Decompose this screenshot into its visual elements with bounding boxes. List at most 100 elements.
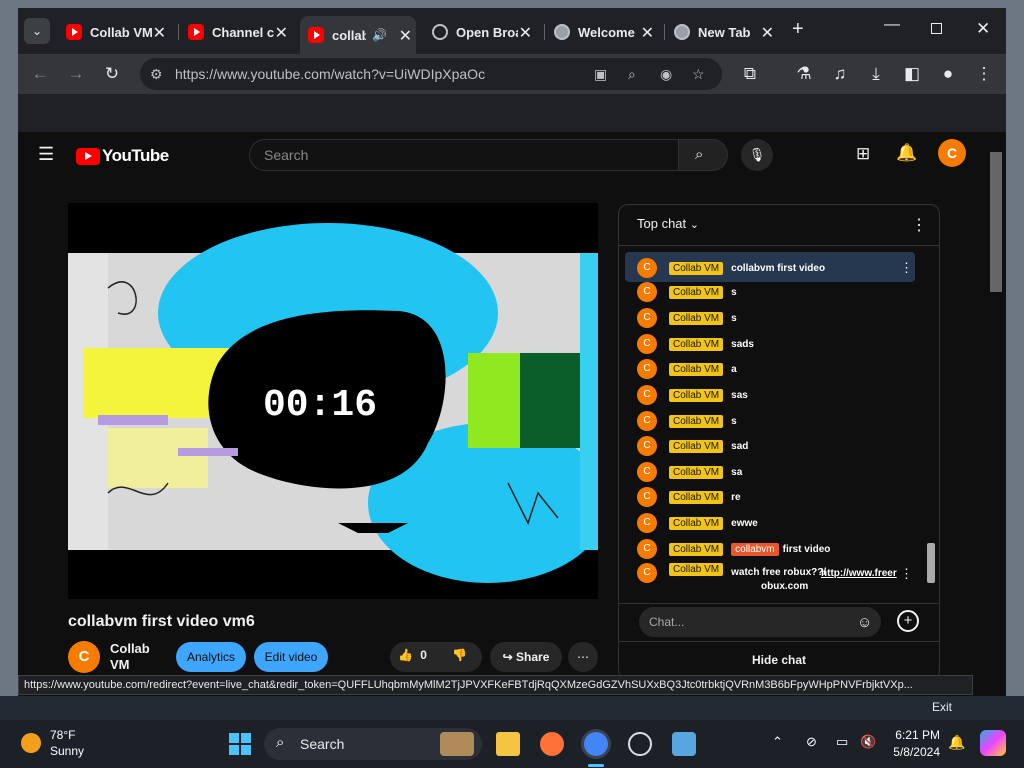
add-icon[interactable]: +: [897, 610, 919, 632]
display-icon[interactable]: ▭: [836, 734, 848, 750]
back-icon[interactable]: ←: [28, 62, 52, 86]
hamburger-menu-icon[interactable]: ☰: [38, 144, 54, 165]
youtube-logo[interactable]: YouTube: [76, 146, 169, 166]
chat-scroll-thumb[interactable]: [927, 543, 935, 583]
analytics-button[interactable]: Analytics: [176, 642, 246, 672]
vm-app-icon[interactable]: [672, 732, 696, 756]
tab-collabvm-first-video[interactable]: collabvm first video 🔊 ✕: [300, 16, 416, 54]
message-menu-icon[interactable]: ⋮: [900, 260, 913, 276]
chat-message[interactable]: C Collab VM s: [637, 281, 917, 303]
install-app-icon[interactable]: ▣: [594, 58, 607, 90]
labs-icon[interactable]: ⚗: [792, 62, 816, 86]
edit-video-button[interactable]: Edit video: [254, 642, 328, 672]
chat-message[interactable]: C Collab VM s: [637, 307, 917, 329]
create-icon[interactable]: ⊞: [856, 144, 870, 164]
minimize-button[interactable]: —: [884, 16, 900, 34]
reload-icon[interactable]: ↻: [100, 62, 124, 86]
close-tab-icon[interactable]: ✕: [399, 26, 412, 46]
chat-message-link[interactable]: http://www.freer obux.com: [761, 567, 907, 592]
video-player[interactable]: 00:16: [68, 203, 598, 599]
exit-label[interactable]: Exit: [932, 700, 952, 714]
tab-new-tab[interactable]: New Tab ✕: [674, 20, 774, 44]
chat-author-name[interactable]: Collab VM: [669, 563, 724, 576]
chat-author-name[interactable]: Collab VM: [669, 261, 724, 275]
start-button[interactable]: [228, 732, 252, 756]
more-actions-button[interactable]: ⋯: [568, 642, 598, 672]
chat-input[interactable]: Chat...: [639, 607, 881, 637]
volume-muted-icon[interactable]: 🔇: [860, 734, 876, 750]
chat-message[interactable]: C Collab VM re: [637, 486, 917, 508]
weather-widget[interactable]: 78°F Sunny: [18, 728, 108, 760]
address-bar[interactable]: ⚙ https://www.youtube.com/watch?v=UiWDIp…: [140, 58, 722, 90]
close-tab-icon[interactable]: ✕: [275, 23, 288, 43]
chat-author-name[interactable]: Collab VM: [669, 311, 724, 325]
bookmark-star-icon[interactable]: ☆: [692, 58, 705, 90]
message-menu-icon[interactable]: ⋮: [900, 566, 913, 582]
new-tab-button[interactable]: +: [792, 18, 804, 41]
close-tab-icon[interactable]: ✕: [761, 23, 774, 43]
channel-avatar[interactable]: C: [68, 641, 100, 673]
notification-bell-icon[interactable]: 🔔: [948, 734, 965, 751]
chat-mention-chip[interactable]: collabvm: [731, 542, 779, 556]
chat-menu-icon[interactable]: ⋮: [911, 215, 927, 235]
share-button[interactable]: ↪ Share: [490, 642, 562, 672]
zoom-icon[interactable]: ⌕: [628, 58, 636, 90]
file-explorer-icon[interactable]: [496, 732, 520, 756]
close-window-button[interactable]: ✕: [976, 19, 990, 39]
maximize-button[interactable]: [931, 23, 942, 34]
extensions-icon[interactable]: ⧉: [738, 62, 762, 86]
tracking-protection-icon[interactable]: ◉: [660, 58, 672, 90]
close-tab-icon[interactable]: ✕: [641, 23, 654, 43]
chat-message[interactable]: C Collab VM sas: [637, 384, 917, 406]
profile-icon[interactable]: ●: [936, 62, 960, 86]
tab-open-broadcaster[interactable]: Open Broadcaster ✕: [432, 20, 532, 44]
chat-author-name[interactable]: Collab VM: [669, 362, 724, 376]
account-avatar[interactable]: C: [938, 139, 966, 167]
chat-scrollbar[interactable]: [927, 249, 935, 593]
chat-message[interactable]: C Collab VM sa: [637, 461, 917, 483]
chat-author-name[interactable]: Collab VM: [669, 337, 724, 351]
chat-message[interactable]: C Collab VM collabvm first video ⋮: [637, 257, 917, 279]
network-icon[interactable]: ⊘: [806, 734, 817, 750]
tab-search-button[interactable]: ⌄: [24, 18, 50, 44]
speaker-icon[interactable]: 🔊: [372, 28, 387, 42]
chat-author-name[interactable]: Collab VM: [669, 516, 724, 530]
emoji-icon[interactable]: ☺: [857, 614, 872, 631]
tab-collab-vm[interactable]: Collab VM ✕: [66, 20, 166, 44]
site-settings-icon[interactable]: ⚙: [150, 58, 163, 90]
chat-message[interactable]: C Collab VM watch free robux??/ http://www…: [637, 563, 917, 599]
notifications-bell-icon[interactable]: 🔔: [896, 143, 917, 163]
chat-author-name[interactable]: Collab VM: [669, 542, 724, 556]
chat-author-name[interactable]: Collab VM: [669, 285, 724, 299]
hide-chat-button[interactable]: Hide chat: [619, 653, 939, 667]
firefox-icon[interactable]: [540, 732, 564, 756]
search-button[interactable]: ⌕: [678, 139, 728, 171]
side-panel-icon[interactable]: ◧: [900, 62, 924, 86]
chat-message[interactable]: C Collab VM sads: [637, 333, 917, 355]
page-scrollbar[interactable]: [990, 142, 1002, 700]
chat-mode-dropdown[interactable]: Top chat ⌄: [637, 216, 699, 231]
chat-author-name[interactable]: Collab VM: [669, 490, 724, 504]
download-icon[interactable]: ⤓: [864, 62, 888, 86]
chat-author-name[interactable]: Collab VM: [669, 439, 724, 453]
voice-search-button[interactable]: 🎙: [741, 139, 773, 171]
close-tab-icon[interactable]: ✕: [153, 23, 166, 43]
tab-welcome[interactable]: Welcome ✕: [554, 20, 654, 44]
chat-author-name[interactable]: Collab VM: [669, 388, 724, 402]
media-control-icon[interactable]: ♫: [828, 62, 852, 86]
clock[interactable]: 6:21 PM 5/8/2024: [888, 728, 940, 759]
chat-message[interactable]: C Collab VM s: [637, 410, 917, 432]
page-scroll-thumb[interactable]: [990, 152, 1002, 292]
chat-message[interactable]: C Collab VM collabvm first video: [637, 538, 917, 560]
show-hidden-icons[interactable]: ⌃: [772, 734, 783, 750]
browser-menu-icon[interactable]: ⋮: [972, 62, 996, 86]
channel-name[interactable]: Collab VM: [110, 641, 154, 673]
dislike-button[interactable]: 👎: [452, 648, 467, 662]
close-tab-icon[interactable]: ✕: [519, 23, 532, 43]
chat-message[interactable]: C Collab VM sad: [637, 435, 917, 457]
chrome-icon[interactable]: [584, 732, 608, 756]
chat-author-name[interactable]: Collab VM: [669, 465, 724, 479]
forward-icon[interactable]: →: [64, 62, 88, 86]
search-input[interactable]: Search: [249, 139, 679, 171]
chat-message[interactable]: C Collab VM ewwe: [637, 512, 917, 534]
